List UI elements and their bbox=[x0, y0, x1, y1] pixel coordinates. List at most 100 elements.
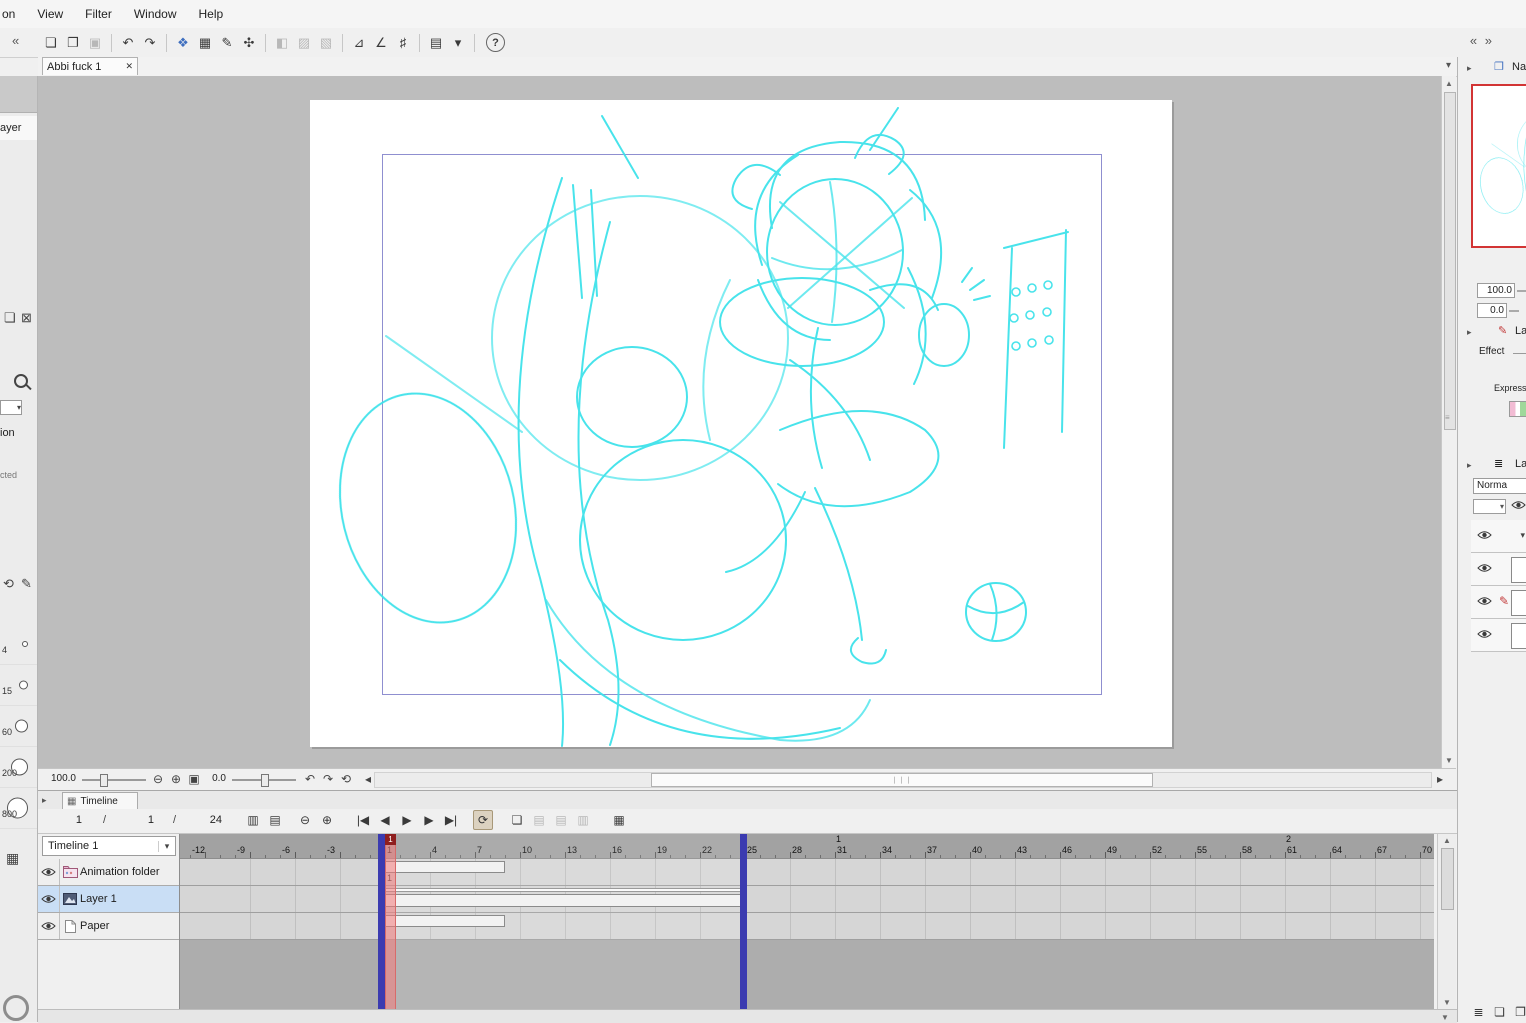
quick-mask-icon[interactable]: ✎ bbox=[216, 32, 238, 54]
canvas-horizontal-scrollbar[interactable]: ❘❘❘ bbox=[374, 772, 1432, 788]
expand-icon[interactable]: ▾ bbox=[1520, 530, 1525, 541]
menu-item-help[interactable]: Help bbox=[188, 0, 235, 28]
canvas-area[interactable] bbox=[38, 76, 1441, 768]
visibility-toggle-icon[interactable] bbox=[1477, 629, 1492, 642]
scrollbar-thumb[interactable] bbox=[1441, 848, 1454, 910]
document-tab[interactable]: Abbi fuck 1 ✕ bbox=[42, 57, 138, 75]
opacity-combo[interactable]: ▾ bbox=[1473, 499, 1506, 514]
go-end-button[interactable]: ▶| bbox=[441, 810, 461, 830]
new-cel-button[interactable]: ❏ bbox=[507, 810, 527, 830]
navigator-preview[interactable] bbox=[1471, 84, 1526, 248]
onion-skin-icon[interactable]: ▥ bbox=[243, 810, 263, 830]
rotate-cw-icon[interactable]: ↷ bbox=[320, 771, 336, 787]
capture-dropdown-icon[interactable]: ▾ bbox=[447, 32, 469, 54]
timeline-name-dropdown[interactable]: Timeline 1 ▾ bbox=[42, 836, 176, 856]
scroll-up-icon[interactable]: ▲ bbox=[1442, 79, 1456, 88]
navigator-zoom-field[interactable]: 100.0 bbox=[1477, 283, 1515, 298]
rotate-ccw-icon[interactable]: ↶ bbox=[302, 771, 318, 787]
timeline-ruler[interactable]: -12 -9 -6 -3 1 4 7 10 13 16 19 22 25 28 31 34 37 40 43 46 49… bbox=[180, 834, 1434, 859]
brush-size-item[interactable]: 4 bbox=[0, 624, 37, 665]
menu-item-window[interactable]: Window bbox=[123, 0, 188, 28]
object-select-icon[interactable]: ❖ bbox=[172, 32, 194, 54]
blend-mode-dropdown[interactable]: Norma bbox=[1473, 478, 1526, 494]
visibility-toggle-icon[interactable] bbox=[38, 859, 60, 885]
rotation-slider[interactable] bbox=[232, 774, 296, 787]
layer-property-panel-menu-icon[interactable]: ▸ bbox=[1467, 327, 1472, 338]
crop-marquee-icon[interactable]: ▦ bbox=[194, 32, 216, 54]
canvas-vertical-scrollbar[interactable]: ▲ ≡ ▼ bbox=[1441, 76, 1456, 768]
brush-size-item[interactable]: 15 bbox=[0, 665, 37, 706]
visibility-toggle-icon[interactable] bbox=[38, 913, 60, 939]
redo-icon[interactable]: ↷ bbox=[139, 32, 161, 54]
timeline-tab[interactable]: ▦ Timeline bbox=[62, 792, 138, 809]
tool-property-icon[interactable]: ✎ bbox=[21, 576, 32, 592]
layer-row[interactable] bbox=[1471, 619, 1526, 652]
tab-close-icon[interactable]: ✕ bbox=[125, 61, 133, 72]
rotation-slider-thumb[interactable] bbox=[261, 774, 269, 787]
batch-specify-button[interactable]: ▤ bbox=[551, 810, 571, 830]
zoom-slider[interactable] bbox=[82, 774, 146, 787]
track-row-paper[interactable]: Paper bbox=[38, 913, 180, 940]
light-table-button[interactable]: ▦ bbox=[609, 810, 629, 830]
scroll-up-icon[interactable]: ▲ bbox=[1438, 836, 1456, 845]
cel-bar[interactable] bbox=[385, 888, 745, 892]
panel-grid-icon[interactable]: ▦ bbox=[6, 850, 19, 867]
tool-dropdown[interactable]: ▾ bbox=[0, 400, 22, 415]
capture-icon[interactable]: ▤ bbox=[425, 32, 447, 54]
play-button[interactable]: ▶ bbox=[397, 810, 417, 830]
scroll-right-icon[interactable]: ▸ bbox=[1432, 771, 1448, 787]
snap-ruler-icon[interactable]: ⊿ bbox=[348, 32, 370, 54]
end-frame-value[interactable]: 24 bbox=[196, 814, 222, 826]
reset-view-icon[interactable]: ⟲ bbox=[338, 771, 354, 787]
visibility-toggle-icon[interactable] bbox=[1477, 563, 1492, 576]
scrollbar-thumb[interactable]: ❘❘❘ bbox=[651, 773, 1153, 787]
cel-settings-button[interactable]: ▥ bbox=[573, 810, 593, 830]
menu-item-filter[interactable]: Filter bbox=[74, 0, 123, 28]
flip-canvas-icon[interactable]: ◧ bbox=[271, 32, 293, 54]
open-file-icon[interactable]: ❐ bbox=[62, 32, 84, 54]
loop-playback-button[interactable]: ⟳ bbox=[473, 810, 493, 830]
go-start-button[interactable]: |◀ bbox=[353, 810, 373, 830]
navigator-rotation-slider[interactable] bbox=[1509, 310, 1519, 312]
tab-overflow-icon[interactable]: ▾ bbox=[1446, 60, 1451, 71]
layer-stack-icon[interactable]: ≣ bbox=[1472, 1004, 1485, 1020]
collapse-right-icon[interactable]: « » bbox=[1470, 33, 1494, 48]
navigator-panel-menu-icon[interactable]: ▸ bbox=[1467, 63, 1472, 74]
zoom-in-icon[interactable]: ⊕ bbox=[168, 771, 184, 787]
track-row-animation-folder[interactable]: Animation folder bbox=[38, 859, 180, 886]
current-frame-value[interactable]: 1 bbox=[56, 814, 82, 826]
fit-to-screen-icon[interactable]: ▣ bbox=[186, 771, 202, 787]
prev-frame-button[interactable]: ◀ bbox=[375, 810, 395, 830]
visibility-toggle-icon[interactable] bbox=[38, 886, 60, 912]
layer-row[interactable]: ✎ bbox=[1471, 586, 1526, 619]
brush-size-item[interactable]: 60 bbox=[0, 706, 37, 747]
visibility-toggle-icon[interactable] bbox=[1477, 596, 1492, 609]
scroll-down-icon[interactable]: ▼ bbox=[1439, 1013, 1451, 1022]
snap-grid-icon[interactable]: ♯ bbox=[392, 32, 414, 54]
brush-size-item[interactable]: 200 bbox=[0, 747, 37, 788]
scrollbar-thumb[interactable] bbox=[1444, 92, 1456, 430]
timeline-zoom-out-icon[interactable]: ⊖ bbox=[295, 810, 315, 830]
zoom-slider-thumb[interactable] bbox=[100, 774, 108, 787]
new-file-icon[interactable]: ❏ bbox=[40, 32, 62, 54]
layer-row[interactable]: ▾ bbox=[1471, 520, 1526, 553]
duplicate-page-icon[interactable]: ❐ bbox=[1514, 1004, 1526, 1020]
timeline-lane-folder[interactable]: 1 bbox=[180, 859, 1434, 886]
save-icon[interactable]: ▣ bbox=[84, 32, 106, 54]
undo-icon[interactable]: ↶ bbox=[117, 32, 139, 54]
subtool-page-icon[interactable]: ❏ bbox=[4, 310, 16, 326]
menu-item-view[interactable]: View bbox=[26, 0, 74, 28]
zoom-out-icon[interactable]: ⊖ bbox=[150, 771, 166, 787]
timeline-lane-paper[interactable] bbox=[180, 913, 1434, 940]
gradient-icon[interactable]: ▨ bbox=[293, 32, 315, 54]
navigator-zoom-slider[interactable] bbox=[1517, 290, 1526, 292]
cel-bar[interactable] bbox=[385, 915, 505, 927]
snap-perspective-icon[interactable]: ∠ bbox=[370, 32, 392, 54]
cel-bar[interactable] bbox=[385, 894, 745, 907]
timeline-panel-menu-icon[interactable]: ▸ bbox=[42, 795, 47, 806]
frame-border-icon[interactable]: ▧ bbox=[315, 32, 337, 54]
timeline-lane-layer[interactable] bbox=[180, 886, 1434, 913]
timeline-vertical-scrollbar[interactable]: ▲ ▼ bbox=[1437, 834, 1456, 1009]
color-wheel-icon[interactable] bbox=[3, 995, 29, 1021]
start-frame-value[interactable]: 1 bbox=[128, 814, 154, 826]
